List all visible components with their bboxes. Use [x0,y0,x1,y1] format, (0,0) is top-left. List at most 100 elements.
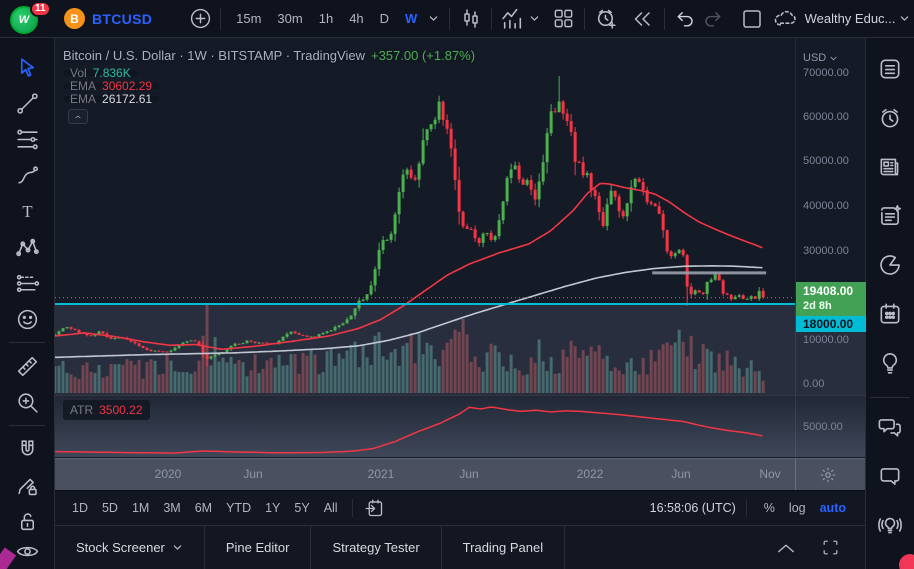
measure-tool-button[interactable] [10,348,44,384]
indicators-button[interactable] [499,4,526,34]
bar-replay-button[interactable] [628,4,657,34]
layout-select-button[interactable] [550,4,577,34]
brush-tool-button[interactable] [10,157,44,193]
hotlists-button[interactable] [873,248,907,282]
stay-drawing-mode-button[interactable] [10,467,44,503]
time-tick: 2022 [576,467,604,481]
percent-scale-button[interactable]: % [757,501,782,515]
time-axis[interactable]: 2020 Jun 2021 Jun 2022 Jun Nov [55,458,865,491]
magnet-mode-button[interactable] [10,431,44,467]
prediction-tool-button[interactable] [10,265,44,301]
tab-trading-panel[interactable]: Trading Panel [442,526,564,569]
account-menu-button[interactable]: W 11 [8,0,51,36]
save-layout-button[interactable] [738,4,767,34]
timeframe-menu-button[interactable] [425,6,442,32]
tab-label: Pine Editor [225,540,290,555]
last-price-value: 19408.00 [803,284,854,298]
tf-30m[interactable]: 30m [269,6,310,32]
tab-stock-screener[interactable]: Stock Screener [55,526,204,569]
xabcd-pattern-icon [15,238,39,256]
notification-badge: 11 [30,0,51,17]
range-6M[interactable]: 6M [188,496,219,520]
emoji-tool-button[interactable] [10,301,44,337]
symbol-search-button[interactable]: B BTCUSD [64,8,152,29]
tab-strategy-tester[interactable]: Strategy Tester [311,526,440,569]
tab-pine-editor[interactable]: Pine Editor [205,526,311,569]
tf-D[interactable]: D [372,6,397,32]
redo-button[interactable] [699,4,726,34]
cloud-save-button[interactable] [773,4,798,34]
pattern-tool-button[interactable] [10,229,44,265]
text-icon: T [22,202,32,221]
bar-countdown: 2d 8h [803,300,832,312]
price-axis[interactable]: USD 19408.00 2d 8h 18000.00 70000.00 6000… [795,38,866,458]
panel-expand-button[interactable] [773,535,799,561]
notes-button[interactable] [873,199,907,233]
ema-fast-legend[interactable]: EMA 30602.29 [63,80,160,92]
fib-retracement-tool-button[interactable] [10,121,44,157]
fullscreen-button[interactable] [817,535,843,561]
symbol-description[interactable]: Bitcoin / U.S. Dollar · 1W · BITSTAMP · … [63,48,475,63]
ema-slow-legend[interactable]: EMA 26172.61 [63,93,160,105]
calendar-button[interactable] [873,297,907,331]
alert-icon [881,108,899,128]
go-to-date-button[interactable] [360,495,390,521]
price-tick: 0.00 [803,378,825,390]
range-1Y[interactable]: 1Y [258,496,287,520]
symbol-name: BTCUSD [92,10,153,27]
auto-scale-button[interactable]: auto [813,501,853,515]
range-3M[interactable]: 3M [156,496,187,520]
range-YTD[interactable]: YTD [219,496,258,520]
watchlist-button[interactable] [873,52,907,86]
range-1D[interactable]: 1D [65,496,95,520]
private-chat-button[interactable] [873,459,907,493]
ideas-button[interactable] [873,346,907,380]
chart-style-button[interactable] [457,4,484,34]
caret-down-icon [430,16,438,21]
tf-1h[interactable]: 1h [311,6,341,32]
hide-drawings-button[interactable] [10,539,44,565]
time-axis-separator [795,459,796,491]
news-button[interactable] [873,150,907,184]
chevron-up-icon [778,544,794,552]
streams-button[interactable] [873,508,907,542]
gear-icon [820,467,836,483]
chart-settings-button[interactable] [815,463,841,487]
right-sidebar [865,38,914,569]
account-name[interactable]: Wealthy Educ... [805,11,896,26]
symbol-title-text: Bitcoin / U.S. Dollar · 1W · BITSTAMP · … [63,48,365,63]
price-tick: 60000.00 [803,111,849,123]
currency-selector[interactable]: USD [803,52,838,64]
account-caret-button[interactable] [895,6,914,32]
public-chats-button[interactable] [873,410,907,444]
drawing-lock-icon [17,478,37,495]
indicators-menu-button[interactable] [526,6,543,32]
ideas-icon [882,352,898,374]
session-clock[interactable]: 16:58:06 (UTC) [650,501,736,515]
symbol-add-icon[interactable] [188,4,213,34]
range-5D[interactable]: 5D [95,496,125,520]
price-tick: 5000.00 [803,421,843,433]
text-tool-button[interactable]: T [10,193,44,229]
lock-drawings-button[interactable] [10,503,44,539]
range-5Y[interactable]: 5Y [287,496,316,520]
tf-15m[interactable]: 15m [228,6,269,32]
log-scale-button[interactable]: log [782,501,813,515]
alerts-button[interactable] [873,101,907,135]
zoom-in-tool-button[interactable] [10,384,44,420]
trend-line-tool-button[interactable] [10,85,44,121]
tf-W-active[interactable]: W [397,6,425,32]
range-1M[interactable]: 1M [125,496,156,520]
create-alert-button[interactable] [592,4,621,34]
legend-collapse-button[interactable] [68,109,88,124]
tf-4h[interactable]: 4h [341,6,371,32]
tradingview-app: W 11 B BTCUSD 15m 30m 1h 4h D W Wealthy … [0,0,914,569]
cursor-tool-button[interactable] [10,49,44,85]
indicators-icon [502,8,522,29]
atr-legend[interactable]: ATR 3500.22 [63,400,150,420]
undo-button[interactable] [672,4,699,34]
range-All[interactable]: All [317,496,345,520]
volume-legend[interactable]: Vol 7.836K [63,67,138,79]
plus-circle-icon [190,8,211,29]
go-to-date-icon [365,499,383,516]
